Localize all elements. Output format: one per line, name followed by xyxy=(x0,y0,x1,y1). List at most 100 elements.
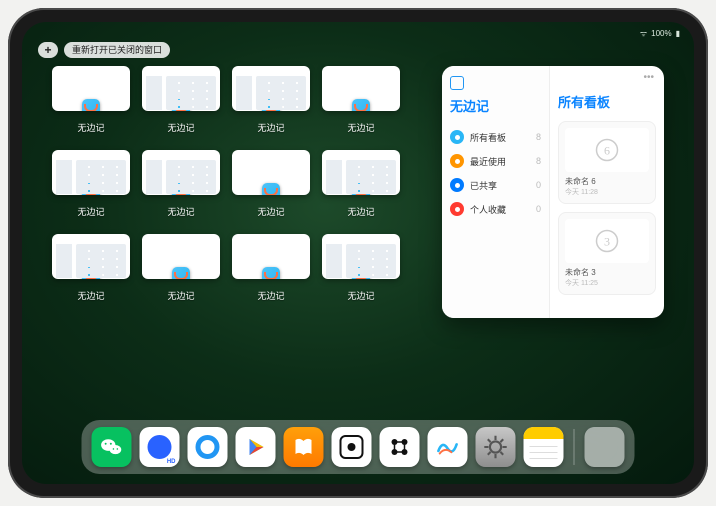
sidebar-item-label: 最近使用 xyxy=(470,155,530,168)
window-label: 无边记 xyxy=(257,205,284,218)
board-card[interactable]: 6 未命名 6今天 11:28 xyxy=(558,121,656,204)
top-controls: + 重新打开已关闭的窗口 xyxy=(38,42,170,58)
wifi-icon: ᯤ xyxy=(640,28,647,39)
window-label: 无边记 xyxy=(77,205,104,218)
board-name: 未命名 6 xyxy=(565,176,649,187)
window-preview[interactable] xyxy=(322,66,400,111)
sidebar-item-count: 0 xyxy=(536,204,541,214)
sidebar-item-label: 已共享 xyxy=(470,179,530,192)
dock-separator xyxy=(574,429,575,465)
battery-icon: ▮ xyxy=(676,29,680,38)
window-label: 无边记 xyxy=(347,205,374,218)
screen: ᯤ 100% ▮ + 重新打开已关闭的窗口 无边记无边记无边记无边记无边记无边记… xyxy=(22,22,694,484)
freeform-app-icon xyxy=(82,183,100,195)
category-icon xyxy=(450,178,464,192)
board-date: 今天 11:28 xyxy=(565,187,649,197)
dock-app-dots[interactable] xyxy=(380,427,420,467)
dock-app-settings[interactable] xyxy=(476,427,516,467)
svg-text:3: 3 xyxy=(604,235,610,249)
window-label: 无边记 xyxy=(167,121,194,134)
dock-app-books[interactable] xyxy=(284,427,324,467)
window-preview[interactable] xyxy=(142,234,220,279)
panel-right-title: 所有看板 xyxy=(558,92,656,111)
reopen-closed-window-button[interactable]: 重新打开已关闭的窗口 xyxy=(64,42,170,58)
battery-text: 100% xyxy=(651,29,671,38)
sidebar-item[interactable]: 最近使用 8 xyxy=(450,149,541,173)
board-date: 今天 11:25 xyxy=(565,278,649,288)
freeform-app-icon xyxy=(172,99,190,111)
window-thumb[interactable]: 无边记 xyxy=(322,234,400,302)
window-preview[interactable] xyxy=(52,234,130,279)
window-thumb[interactable]: 无边记 xyxy=(142,150,220,218)
window-label: 无边记 xyxy=(167,289,194,302)
dock-app-play[interactable] xyxy=(236,427,276,467)
window-thumb[interactable]: 无边记 xyxy=(322,150,400,218)
ellipsis-icon[interactable]: ••• xyxy=(643,72,654,83)
status-bar: ᯤ 100% ▮ xyxy=(22,26,694,40)
freeform-app-icon xyxy=(172,183,190,195)
app-expose-grid: 无边记无边记无边记无边记无边记无边记无边记无边记无边记无边记无边记无边记 xyxy=(52,66,412,412)
freeform-app-icon xyxy=(262,267,280,279)
sidebar-item-count: 8 xyxy=(536,132,541,142)
window-label: 无边记 xyxy=(167,205,194,218)
window-preview[interactable] xyxy=(322,234,400,279)
panel-title: 无边记 xyxy=(450,96,541,115)
sidebar-item[interactable]: 所有看板 8 xyxy=(450,125,541,149)
sidebar-item[interactable]: 已共享 0 xyxy=(450,173,541,197)
window-label: 无边记 xyxy=(77,121,104,134)
window-preview[interactable] xyxy=(142,66,220,111)
board-name: 未命名 3 xyxy=(565,267,649,278)
category-icon xyxy=(450,130,464,144)
freeform-app-icon xyxy=(172,267,190,279)
freeform-app-icon xyxy=(82,267,100,279)
freeform-app-icon xyxy=(352,267,370,279)
window-thumb[interactable]: 无边记 xyxy=(52,150,130,218)
window-label: 无边记 xyxy=(347,289,374,302)
dock-app-quark-hd[interactable]: HD xyxy=(140,427,180,467)
window-thumb[interactable]: 无边记 xyxy=(232,150,310,218)
board-card[interactable]: 3 未命名 3今天 11:25 xyxy=(558,212,656,295)
freeform-panel[interactable]: ••• 无边记 所有看板8最近使用8已共享0个人收藏0 所有看板 6未命名 6今… xyxy=(442,66,664,318)
freeform-app-icon xyxy=(262,183,280,195)
window-thumb[interactable]: 无边记 xyxy=(142,66,220,134)
category-icon xyxy=(450,202,464,216)
dock: HD xyxy=(82,420,635,474)
new-window-button[interactable]: + xyxy=(38,42,58,58)
sidebar-item[interactable]: 个人收藏 0 xyxy=(450,197,541,221)
window-preview[interactable] xyxy=(232,234,310,279)
category-icon xyxy=(450,154,464,168)
window-preview[interactable] xyxy=(232,150,310,195)
dock-app-quark[interactable] xyxy=(188,427,228,467)
window-thumb[interactable]: 无边记 xyxy=(52,234,130,302)
svg-text:6: 6 xyxy=(604,144,610,158)
window-thumb[interactable]: 无边记 xyxy=(322,66,400,134)
sidebar-item-label: 个人收藏 xyxy=(470,203,530,216)
window-preview[interactable] xyxy=(142,150,220,195)
window-thumb[interactable]: 无边记 xyxy=(232,234,310,302)
dock-app-wechat[interactable] xyxy=(92,427,132,467)
ipad-frame: ᯤ 100% ▮ + 重新打开已关闭的窗口 无边记无边记无边记无边记无边记无边记… xyxy=(8,8,708,498)
dock-app-recent-apps[interactable] xyxy=(585,427,625,467)
window-preview[interactable] xyxy=(232,66,310,111)
dock-app-notes[interactable] xyxy=(524,427,564,467)
window-label: 无边记 xyxy=(77,289,104,302)
dock-app-freeform[interactable] xyxy=(428,427,468,467)
window-preview[interactable] xyxy=(322,150,400,195)
window-preview[interactable] xyxy=(52,66,130,111)
window-thumb[interactable]: 无边记 xyxy=(52,66,130,134)
freeform-app-icon xyxy=(262,99,280,111)
sidebar-item-label: 所有看板 xyxy=(470,131,530,144)
sidebar-toggle-icon[interactable] xyxy=(450,76,464,90)
sidebar-item-count: 0 xyxy=(536,180,541,190)
window-thumb[interactable]: 无边记 xyxy=(142,234,220,302)
dock-app-dice[interactable] xyxy=(332,427,372,467)
freeform-app-icon xyxy=(352,183,370,195)
board-preview: 6 xyxy=(565,128,649,172)
window-thumb[interactable]: 无边记 xyxy=(232,66,310,134)
window-label: 无边记 xyxy=(257,289,284,302)
window-label: 无边记 xyxy=(257,121,284,134)
workspace: 无边记无边记无边记无边记无边记无边记无边记无边记无边记无边记无边记无边记 •••… xyxy=(52,66,664,412)
sidebar-item-count: 8 xyxy=(536,156,541,166)
window-preview[interactable] xyxy=(52,150,130,195)
window-label: 无边记 xyxy=(347,121,374,134)
